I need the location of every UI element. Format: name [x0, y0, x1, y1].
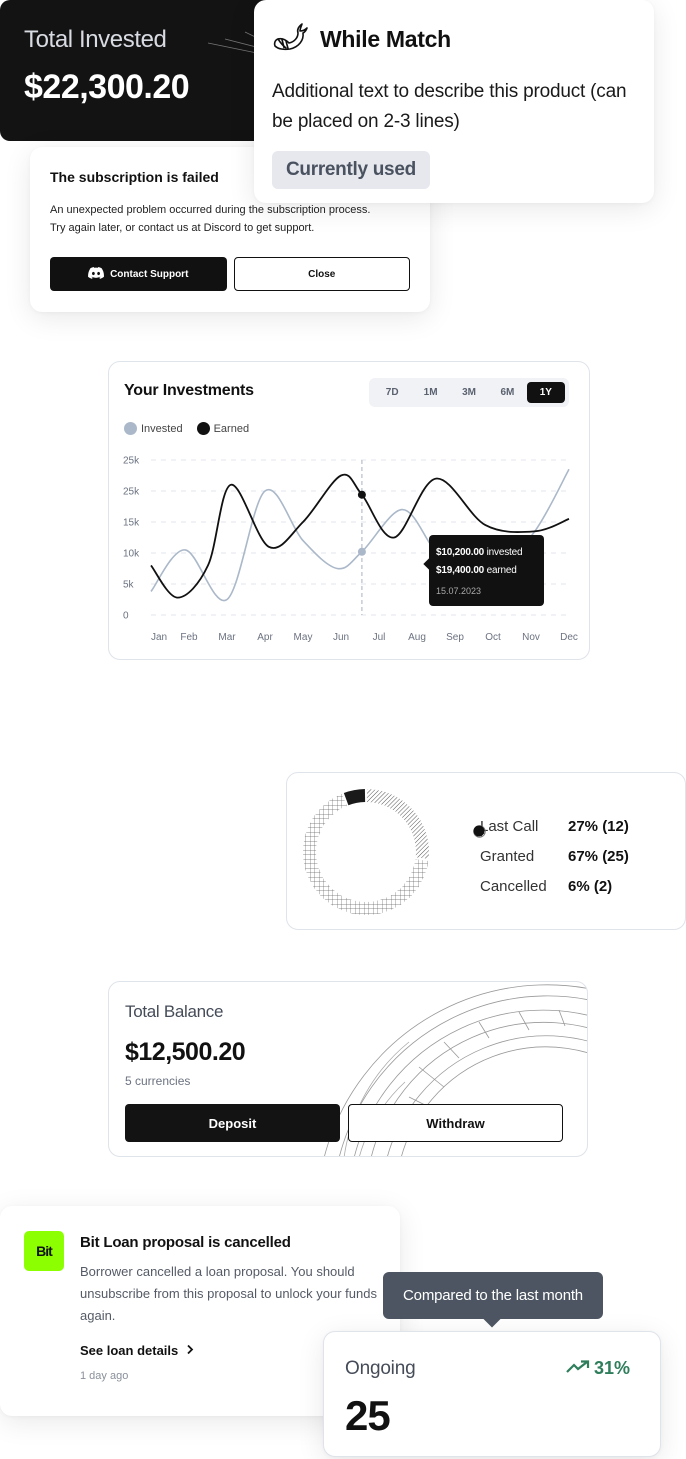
highlight-point-earned — [357, 490, 366, 499]
notification-message: Borrower cancelled a loan proposal. You … — [80, 1264, 377, 1323]
y-tick-label: 10k — [123, 549, 140, 560]
range-3m[interactable]: 3M — [450, 382, 488, 403]
tooltip-invested-label: invested — [486, 547, 523, 558]
donut-segment-last-call — [366, 789, 429, 859]
range-1y[interactable]: 1Y — [526, 382, 566, 403]
x-tick-label: Dec — [560, 632, 578, 643]
investments-card: 0 5k 10k 15k 25k 25k Jan Feb Mar Apr May Jun Jul Aug S… — [108, 361, 590, 660]
donut-segment-cancelled — [343, 789, 366, 806]
dialog-message: An unexpected problem occurred during th… — [50, 201, 410, 237]
chart-title: Your Investments — [124, 382, 254, 399]
close-button[interactable]: Close — [233, 257, 410, 291]
chart-tooltip: $10,200.00 invested $19,400.00 earned 15… — [429, 535, 544, 606]
legend-value: 27% (12) — [568, 817, 629, 835]
trending-up-icon — [566, 1358, 590, 1379]
product-description: Additional text to describe this product… — [272, 81, 627, 132]
legend-label: Earned — [213, 422, 250, 435]
link-label: See loan details — [80, 1343, 179, 1358]
range-6m[interactable]: 6M — [488, 382, 526, 403]
comparison-tooltip: Compared to the last month — [383, 1272, 603, 1319]
y-tick-label: 25k — [123, 456, 140, 467]
bit-logo: Bit — [24, 1231, 64, 1271]
legend-dot-icon — [124, 422, 137, 435]
legend-name: Granted — [480, 847, 535, 865]
highlight-point-invested — [357, 547, 366, 556]
tooltip-invested: $10,200.00 invested — [436, 544, 537, 562]
contact-support-button[interactable]: Contact Support — [50, 257, 227, 291]
x-tick-label: Aug — [408, 632, 426, 643]
ongoing-value: 25 — [345, 1392, 391, 1439]
range-7d[interactable]: 7D — [373, 382, 411, 403]
legend-value: 6% (2) — [568, 877, 613, 895]
legend-label: Invested — [141, 422, 183, 435]
total-balance-card: Total Balance $12,500.20 5 currencies De… — [108, 981, 588, 1157]
chevron-right-icon — [186, 1343, 194, 1358]
product-card: While Match Additional text to describe … — [254, 0, 654, 203]
notification-title: Bit Loan proposal is cancelled — [80, 1234, 291, 1251]
deposit-button[interactable]: Deposit — [125, 1104, 340, 1142]
whale-icon — [272, 20, 312, 59]
balance-label: Total Balance — [125, 1002, 224, 1021]
legend-invested: Invested — [124, 422, 183, 435]
message-line: Try again later, or contact us at Discor… — [50, 222, 315, 234]
legend-name: Last Call — [480, 817, 539, 835]
x-tick-label: Nov — [522, 632, 540, 643]
balance-value: $12,500.20 — [125, 1038, 246, 1066]
legend-granted: Granted 67% (25) — [459, 825, 629, 871]
ongoing-label: Ongoing — [345, 1358, 416, 1379]
message-line: An unexpected problem occurred during th… — [50, 204, 371, 216]
withdraw-button[interactable]: Withdraw — [348, 1104, 563, 1142]
y-tick-label: 25k — [123, 487, 140, 498]
tooltip-earned-value: $19,400.00 — [436, 565, 485, 576]
distribution-card: Last Call 27% (12) Granted 67% (25) Canc… — [286, 772, 686, 930]
ongoing-stat-card: Ongoing 31% 25 — [323, 1331, 661, 1457]
product-title: While Match — [320, 26, 451, 52]
discord-icon — [88, 266, 105, 282]
tooltip-earned-label: earned — [486, 565, 517, 576]
donut-chart — [303, 789, 429, 915]
x-tick-label: May — [294, 632, 313, 643]
tooltip-earned: $19,400.00 earned — [436, 562, 537, 580]
contact-support-label: Contact Support — [110, 268, 189, 280]
status-badge: Currently used — [272, 151, 430, 189]
y-tick-label: 5k — [123, 580, 135, 591]
chart-legend: Invested Earned — [124, 422, 249, 435]
distribution-legend: Last Call 27% (12) Granted 67% (25) Canc… — [459, 811, 629, 901]
range-1m[interactable]: 1M — [411, 382, 449, 403]
time-range-selector: 7D 1M 3M 6M 1Y — [369, 378, 569, 407]
trend-indicator: 31% — [566, 1358, 630, 1379]
balance-currencies: 5 currencies — [125, 1074, 191, 1088]
tooltip-date: 15.07.2023 — [436, 586, 482, 596]
x-tick-label: Jan — [151, 632, 167, 643]
y-tick-label: 0 — [123, 611, 129, 622]
x-tick-label: Oct — [485, 632, 501, 643]
x-tick-label: Jul — [373, 632, 386, 643]
legend-name: Cancelled — [480, 877, 547, 895]
x-tick-label: Jun — [333, 632, 349, 643]
y-tick-label: 15k — [123, 518, 140, 529]
x-tick-label: Sep — [446, 632, 464, 643]
tooltip-invested-value: $10,200.00 — [436, 547, 485, 558]
trend-value: 31% — [593, 1358, 630, 1378]
legend-dot-icon — [196, 422, 210, 435]
x-tick-label: Feb — [180, 632, 198, 643]
legend-cancelled: Cancelled 6% (2) — [459, 825, 629, 901]
legend-value: 67% (25) — [568, 847, 629, 865]
legend-earned: Earned — [196, 422, 250, 435]
x-tick-label: Mar — [218, 632, 236, 643]
x-tick-label: Apr — [257, 632, 273, 643]
